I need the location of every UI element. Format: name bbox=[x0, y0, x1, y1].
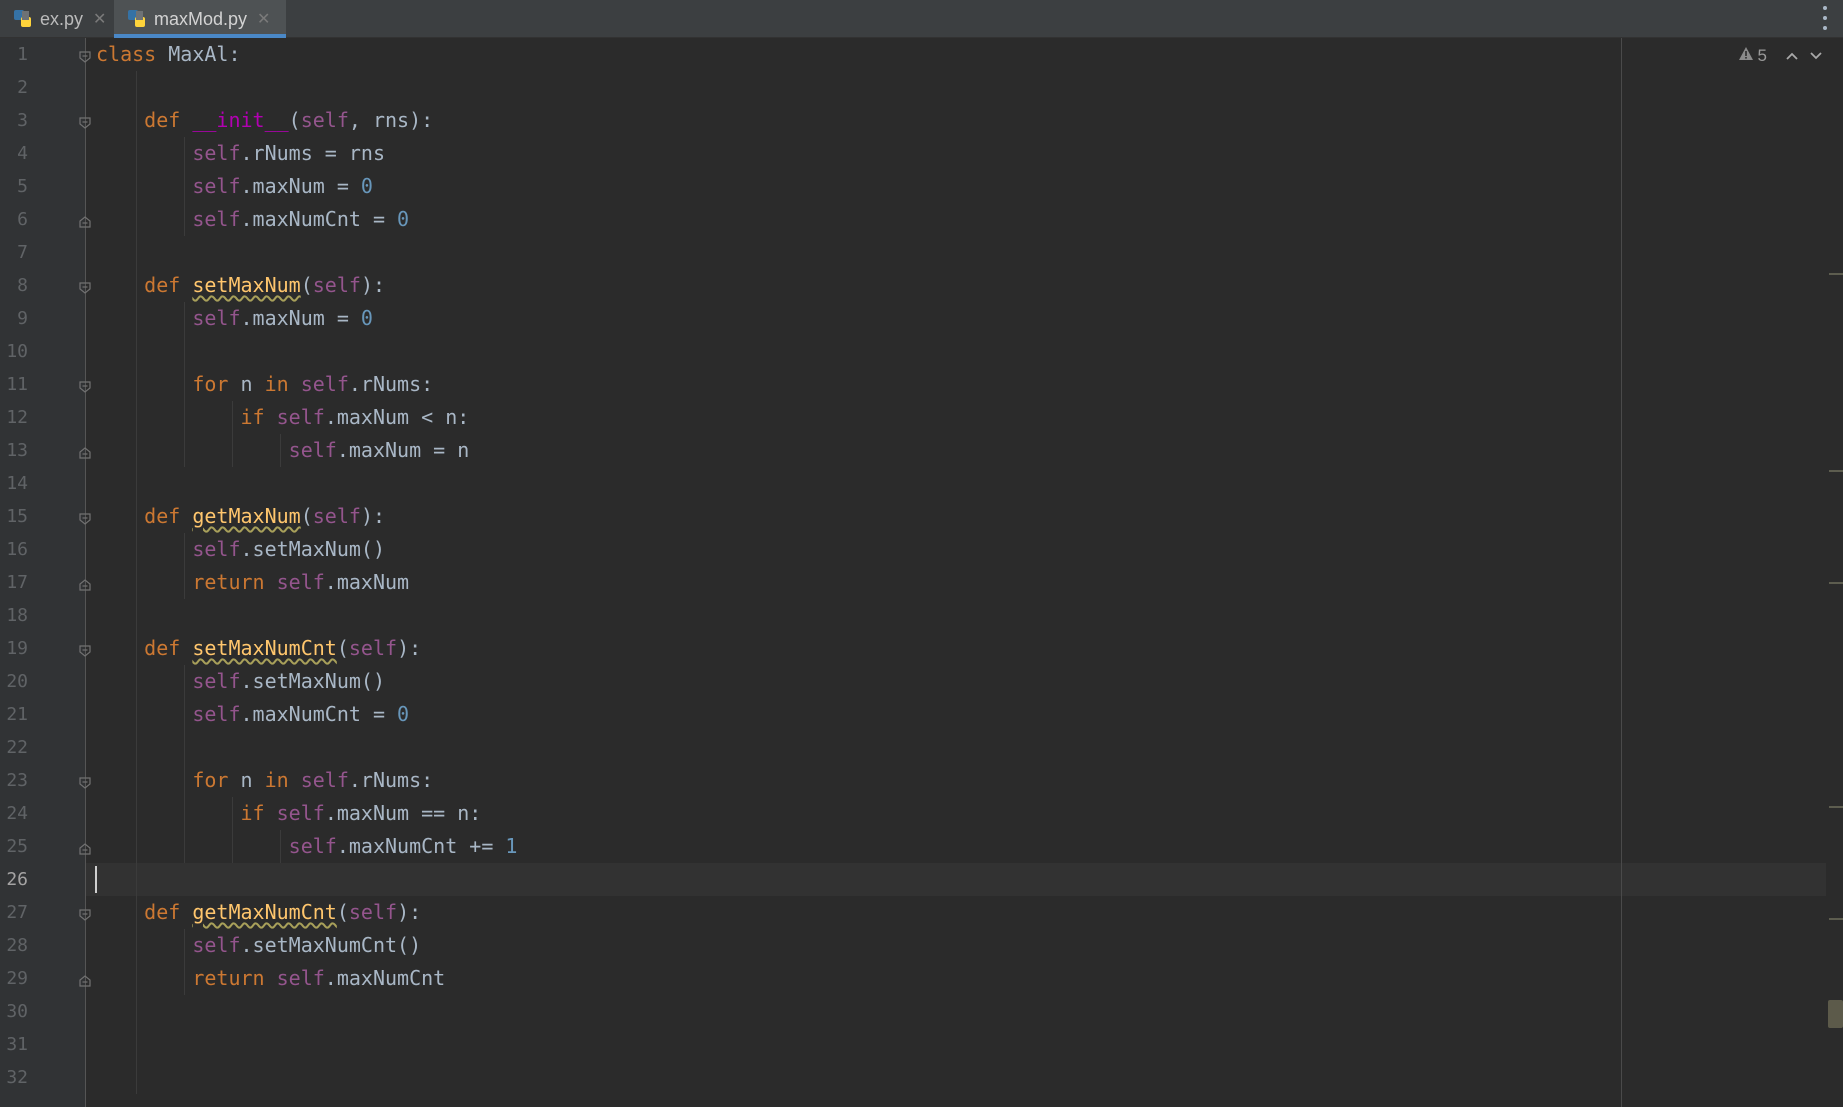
code-line[interactable]: self.setMaxNumCnt() bbox=[96, 929, 421, 962]
code-line[interactable]: def getMaxNumCnt(self): bbox=[96, 896, 421, 929]
line-number: 14 bbox=[6, 473, 28, 494]
error-stripe-mark[interactable] bbox=[1829, 806, 1843, 808]
code-line[interactable]: return self.maxNumCnt bbox=[96, 962, 445, 995]
line-number: 7 bbox=[17, 242, 28, 263]
code-line[interactable]: for n in self.rNums: bbox=[96, 764, 433, 797]
code-line[interactable]: def getMaxNum(self): bbox=[96, 500, 385, 533]
line-number: 11 bbox=[6, 374, 28, 395]
line-number: 21 bbox=[6, 704, 28, 725]
code-line[interactable]: def setMaxNum(self): bbox=[96, 269, 385, 302]
tab-maxmod-py[interactable]: maxMod.py ✕ bbox=[114, 0, 286, 38]
code-line[interactable]: def __init__(self, rns): bbox=[96, 104, 433, 137]
current-line-highlight bbox=[86, 863, 1826, 896]
code-line[interactable]: self.rNums = rns bbox=[96, 137, 385, 170]
error-stripe-mark[interactable] bbox=[1829, 582, 1843, 584]
code-line[interactable]: self.maxNum = n bbox=[96, 434, 470, 467]
line-number: 29 bbox=[6, 968, 28, 989]
line-number: 15 bbox=[6, 506, 28, 527]
line-number: 25 bbox=[6, 836, 28, 857]
warning-count: 5 bbox=[1757, 46, 1767, 65]
line-number: 5 bbox=[17, 176, 28, 197]
line-number: 10 bbox=[6, 341, 28, 362]
line-number: 32 bbox=[6, 1067, 28, 1088]
line-number: 23 bbox=[6, 770, 28, 791]
more-options-icon[interactable] bbox=[1821, 6, 1829, 30]
tab-bar: ex.py ✕ maxMod.py ✕ bbox=[0, 0, 1843, 38]
vertical-scrollbar[interactable] bbox=[1826, 38, 1843, 1107]
line-number: 2 bbox=[17, 77, 28, 98]
line-number: 30 bbox=[6, 1001, 28, 1022]
code-line[interactable]: self.setMaxNum() bbox=[96, 533, 385, 566]
code-line[interactable]: for n in self.rNums: bbox=[96, 368, 433, 401]
code-line[interactable]: class MaxAl: bbox=[96, 38, 241, 71]
line-number: 16 bbox=[6, 539, 28, 560]
tab-ex-py[interactable]: ex.py ✕ bbox=[0, 0, 112, 38]
code-line[interactable]: self.maxNumCnt = 0 bbox=[96, 698, 409, 731]
line-number: 17 bbox=[6, 572, 28, 593]
line-number: 3 bbox=[17, 110, 28, 131]
inspection-widget[interactable]: 5 bbox=[1738, 46, 1823, 66]
code-line[interactable]: self.maxNum = 0 bbox=[96, 302, 373, 335]
error-stripe-mark[interactable] bbox=[1829, 918, 1843, 920]
line-number: 8 bbox=[17, 275, 28, 296]
close-icon[interactable]: ✕ bbox=[93, 9, 106, 29]
python-file-icon bbox=[12, 8, 34, 30]
code-line[interactable]: return self.maxNum bbox=[96, 566, 409, 599]
line-number: 28 bbox=[6, 935, 28, 956]
code-line[interactable]: if self.maxNum == n: bbox=[96, 797, 482, 830]
line-number: 13 bbox=[6, 440, 28, 461]
line-number: 27 bbox=[6, 902, 28, 923]
line-number: 31 bbox=[6, 1034, 28, 1055]
error-stripe-mark[interactable] bbox=[1829, 470, 1843, 472]
code-line[interactable]: self.maxNum = 0 bbox=[96, 170, 373, 203]
line-number: 20 bbox=[6, 671, 28, 692]
code-line[interactable]: self.maxNumCnt += 1 bbox=[96, 830, 518, 863]
code-line[interactable]: self.setMaxNum() bbox=[96, 665, 385, 698]
right-margin-guide bbox=[1621, 38, 1622, 1107]
tab-label: ex.py bbox=[40, 8, 84, 29]
next-highlight-icon[interactable] bbox=[1809, 46, 1823, 66]
python-file-icon bbox=[126, 8, 148, 30]
line-number: 4 bbox=[17, 143, 28, 164]
warning-triangle-icon bbox=[1738, 46, 1754, 66]
close-icon[interactable]: ✕ bbox=[257, 9, 270, 29]
line-number: 24 bbox=[6, 803, 28, 824]
line-number: 9 bbox=[17, 308, 28, 329]
code-line[interactable]: self.maxNumCnt = 0 bbox=[96, 203, 409, 236]
scrollbar-thumb[interactable] bbox=[1828, 1000, 1843, 1028]
text-caret bbox=[95, 866, 97, 893]
tab-label: maxMod.py bbox=[154, 8, 248, 29]
previous-highlight-icon[interactable] bbox=[1785, 46, 1799, 66]
error-stripe-mark[interactable] bbox=[1829, 273, 1843, 275]
line-number: 26 bbox=[6, 869, 28, 890]
line-number: 18 bbox=[6, 605, 28, 626]
line-number: 22 bbox=[6, 737, 28, 758]
code-editor[interactable]: class MaxAl: def __init__(self, rns): se… bbox=[86, 38, 1826, 1107]
code-line[interactable]: if self.maxNum < n: bbox=[96, 401, 470, 434]
line-number: 19 bbox=[6, 638, 28, 659]
line-number-gutter: 1 2 3 4 5 6 7 8 9 10 11 12 13 14 15 16 17 18 19 20 21 22 23 24 2… bbox=[0, 38, 91, 1107]
line-number: 12 bbox=[6, 407, 28, 428]
line-number: 1 bbox=[17, 44, 28, 65]
code-line[interactable]: def setMaxNumCnt(self): bbox=[96, 632, 421, 665]
line-number: 6 bbox=[17, 209, 28, 230]
